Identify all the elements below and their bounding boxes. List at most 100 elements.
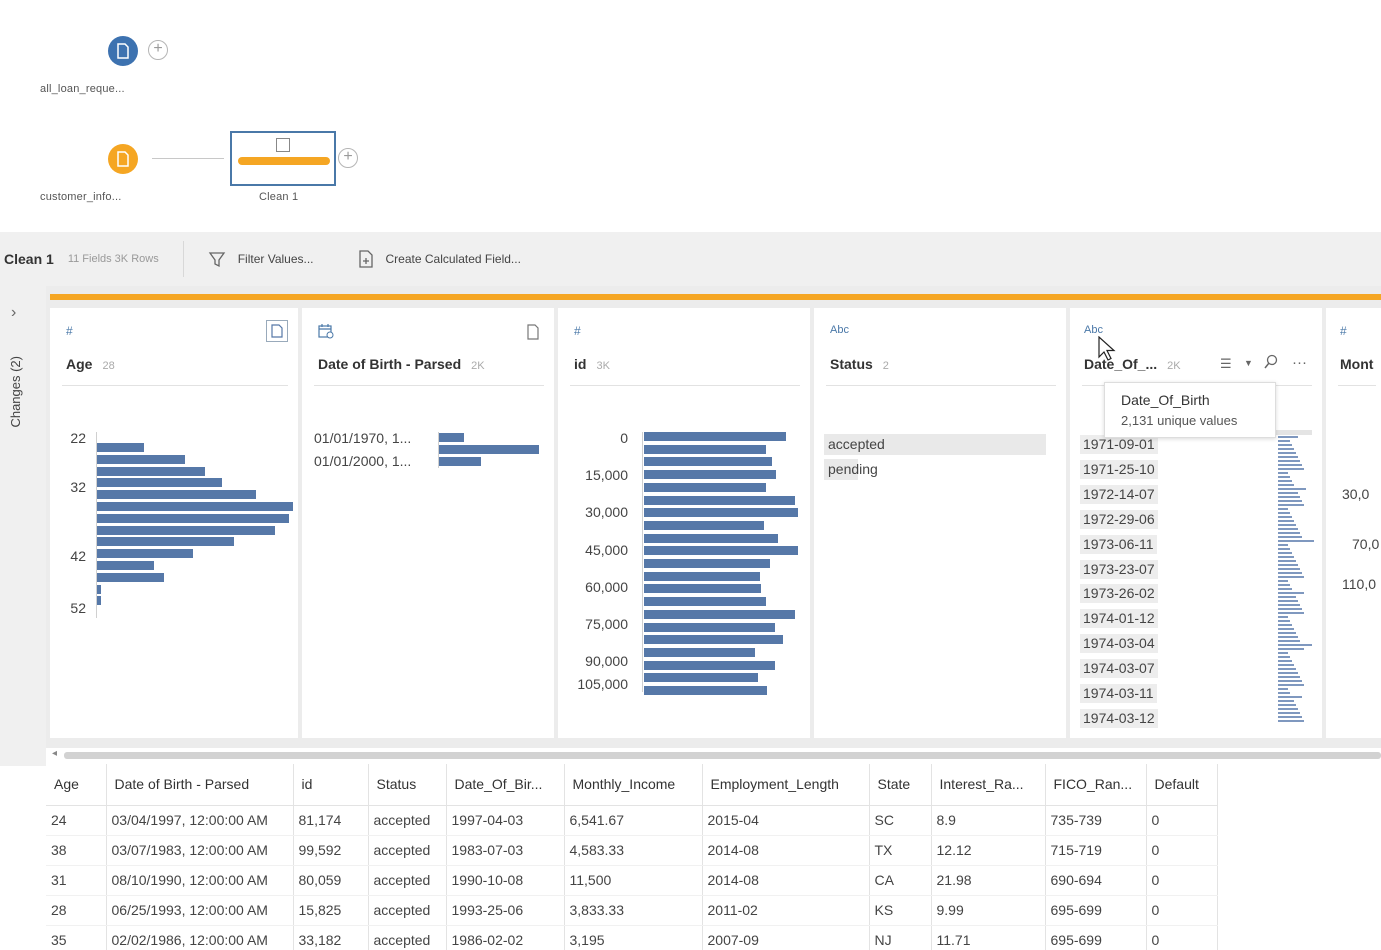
value-row[interactable]: 1974-03-11 xyxy=(1080,684,1157,703)
column-header[interactable]: Status xyxy=(368,764,447,806)
table-cell[interactable]: 0 xyxy=(1146,805,1218,836)
table-row[interactable]: 31 08/10/1990, 12:00:00 AM 80,059 accepted 1… xyxy=(46,865,1218,896)
histogram-bar[interactable] xyxy=(97,525,276,535)
column-header[interactable]: Employment_Length xyxy=(702,764,870,806)
table-cell[interactable]: 2014-08 xyxy=(702,865,870,896)
histogram-bar[interactable] xyxy=(644,571,760,581)
value-row[interactable]: 1974-03-04 xyxy=(1080,634,1158,654)
number-type-icon[interactable]: # xyxy=(1340,324,1347,338)
scroll-left-icon[interactable]: ◂ xyxy=(52,748,57,759)
table-cell[interactable]: 2014-08 xyxy=(702,835,870,866)
histogram-bar[interactable] xyxy=(644,444,766,454)
table-cell[interactable]: 715-719 xyxy=(1045,835,1147,866)
profile-card-id[interactable]: # id 3K 0 15,000 30,000 45,000 60,000 75,000 90… xyxy=(558,308,810,738)
table-cell[interactable]: 02/02/1986, 12:00:00 AM xyxy=(106,925,294,950)
histogram-bar[interactable] xyxy=(644,609,795,619)
table-cell[interactable]: 24 xyxy=(46,805,107,836)
histogram-bar[interactable] xyxy=(644,495,795,505)
histogram-bar[interactable] xyxy=(644,686,768,695)
table-cell[interactable]: 2011-02 xyxy=(702,895,870,926)
table-cell[interactable]: 1997-04-03 xyxy=(446,805,565,836)
histogram-bar[interactable] xyxy=(97,549,194,559)
table-cell[interactable]: 0 xyxy=(1146,865,1218,896)
table-cell[interactable]: accepted xyxy=(368,805,447,836)
histogram-bar[interactable] xyxy=(97,443,145,452)
table-cell[interactable]: 80,059 xyxy=(293,865,369,896)
table-cell[interactable]: 0 xyxy=(1146,895,1218,926)
card-action-icon[interactable] xyxy=(266,320,288,342)
table-cell[interactable]: 2015-04 xyxy=(702,805,870,836)
table-cell[interactable]: accepted xyxy=(368,865,447,896)
table-cell[interactable]: 9.99 xyxy=(931,895,1046,926)
histogram-bar[interactable] xyxy=(644,584,762,594)
chevron-right-icon[interactable]: › xyxy=(11,304,16,322)
column-header[interactable]: FICO_Ran... xyxy=(1045,764,1147,806)
table-cell[interactable]: 735-739 xyxy=(1045,805,1147,836)
input-node-loan-requests[interactable] xyxy=(108,36,138,66)
table-cell[interactable]: 33,182 xyxy=(293,925,369,950)
histogram-bar[interactable] xyxy=(97,537,235,547)
histogram-bar[interactable] xyxy=(644,432,786,441)
table-row[interactable]: 38 03/07/1983, 12:00:00 AM 99,592 accepted 1… xyxy=(46,835,1218,866)
table-cell[interactable]: accepted xyxy=(368,895,447,926)
histogram-bar[interactable] xyxy=(97,466,205,476)
table-cell[interactable]: 690-694 xyxy=(1045,865,1147,896)
chevron-down-icon[interactable]: ▼ xyxy=(1244,358,1253,368)
table-cell[interactable]: 1993-25-06 xyxy=(446,895,565,926)
histogram-bar[interactable] xyxy=(644,597,766,607)
column-header[interactable]: State xyxy=(869,764,932,806)
filter-values-button[interactable]: Filter Values... xyxy=(208,250,314,268)
histogram-bar[interactable] xyxy=(439,457,481,466)
histogram-bar[interactable] xyxy=(644,660,775,670)
table-cell[interactable]: KS xyxy=(869,895,932,926)
value-row[interactable]: 1973-06-11 xyxy=(1080,534,1157,554)
histogram-bar[interactable] xyxy=(439,445,539,454)
table-cell[interactable]: NJ xyxy=(869,925,932,950)
add-step-plus-icon[interactable]: + xyxy=(338,148,358,168)
table-cell[interactable]: 695-699 xyxy=(1045,895,1147,926)
column-header[interactable]: Monthly_Income xyxy=(564,764,703,806)
table-cell[interactable]: 12.12 xyxy=(931,835,1046,866)
histogram-bar[interactable] xyxy=(439,433,464,442)
table-cell[interactable]: CA xyxy=(869,865,932,896)
histogram-bar[interactable] xyxy=(97,561,154,570)
input-node-customer-info[interactable] xyxy=(108,144,138,174)
histogram-bar[interactable] xyxy=(97,490,256,500)
histogram-bar[interactable] xyxy=(644,520,765,530)
value-row[interactable]: 1973-23-07 xyxy=(1080,559,1158,579)
table-cell[interactable]: 15,825 xyxy=(293,895,369,926)
value-row[interactable]: 1974-01-12 xyxy=(1080,609,1158,629)
histogram-bar[interactable] xyxy=(644,470,777,480)
number-type-icon[interactable]: # xyxy=(66,324,73,338)
histogram-bar[interactable] xyxy=(644,533,778,543)
string-type-icon[interactable]: Abc xyxy=(830,324,849,336)
histogram-bar[interactable] xyxy=(97,513,290,523)
histogram-bar[interactable] xyxy=(97,596,101,606)
field-name-id[interactable]: id 3K xyxy=(574,356,610,372)
table-cell[interactable]: SC xyxy=(869,805,932,836)
add-step-plus-icon[interactable]: + xyxy=(148,40,168,60)
card-action-icon[interactable] xyxy=(526,324,540,345)
sort-icon[interactable]: ☰ xyxy=(1220,356,1232,372)
column-header[interactable]: Date of Birth - Parsed xyxy=(106,764,294,806)
field-name-monthly-income[interactable]: Mont xyxy=(1340,356,1373,372)
table-cell[interactable]: 03/07/1983, 12:00:00 AM xyxy=(106,835,294,866)
table-cell[interactable]: 81,174 xyxy=(293,805,369,836)
value-row[interactable]: 1974-03-12 xyxy=(1080,708,1158,728)
table-cell[interactable]: 11,500 xyxy=(564,865,703,896)
profile-card-monthly-income[interactable]: # Mont 30,0 70,0 110,0 xyxy=(1326,308,1381,738)
column-header[interactable]: id xyxy=(293,764,369,806)
histogram-bar[interactable] xyxy=(97,478,223,488)
table-cell[interactable]: 31 xyxy=(46,865,107,896)
profile-card-date-of-birth[interactable]: Abc Date_Of_... 2K ☰ ▼ ··· 1971-09-01 1971… xyxy=(1070,308,1322,738)
table-cell[interactable]: 3,195 xyxy=(564,925,703,950)
histogram-bar[interactable] xyxy=(644,622,775,632)
table-cell[interactable]: 06/25/1993, 12:00:00 AM xyxy=(106,895,294,926)
value-accepted[interactable]: accepted xyxy=(824,434,1046,455)
field-name-age[interactable]: Age 28 xyxy=(66,356,115,372)
table-cell[interactable]: 0 xyxy=(1146,835,1218,866)
histogram-bar[interactable] xyxy=(644,457,772,467)
profile-card-age[interactable]: # Age 28 22 32 42 52 xyxy=(50,308,298,738)
table-cell[interactable]: 1983-07-03 xyxy=(446,835,565,866)
table-cell[interactable]: 4,583.33 xyxy=(564,835,703,866)
